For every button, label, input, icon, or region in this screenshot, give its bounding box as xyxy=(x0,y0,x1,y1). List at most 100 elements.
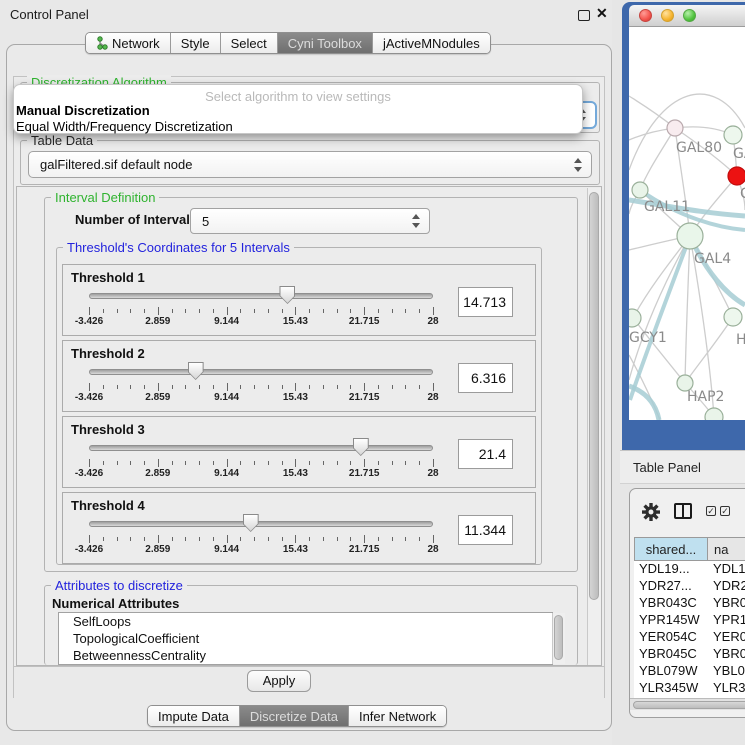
attributes-list[interactable]: SelfLoopsTopologicalCoefficientBetweenne… xyxy=(58,612,553,665)
attribute-list-item[interactable]: BetweennessCentrality xyxy=(59,647,552,664)
attribute-list-item[interactable]: TopologicalCoefficient xyxy=(59,630,552,647)
zoom-traffic-light-icon[interactable] xyxy=(683,9,696,22)
threshold-1-slider-track[interactable] xyxy=(89,293,433,299)
tick-label: 21.715 xyxy=(349,316,380,327)
table-browser-window: ✓ ✓ shared... na YDL19...YDL1YDR27...YDR… xyxy=(629,488,745,718)
threshold-3-value-field[interactable] xyxy=(458,439,513,469)
tick-mark xyxy=(103,309,104,313)
list-scrollbar[interactable] xyxy=(552,613,565,664)
tab-infer-network[interactable]: Infer Network xyxy=(349,706,446,726)
popup-option-manual[interactable]: Manual Discretization xyxy=(16,103,150,118)
tab-discretize-data[interactable]: Discretize Data xyxy=(240,706,349,726)
tick-mark xyxy=(337,461,338,465)
table-cell[interactable]: YBR045C xyxy=(634,646,708,663)
tick-mark xyxy=(199,537,200,541)
scrollbar-thumb[interactable] xyxy=(633,701,745,709)
network-node[interactable] xyxy=(728,167,745,185)
close-icon[interactable]: ✕ xyxy=(596,5,608,22)
close-traffic-light-icon[interactable] xyxy=(639,9,652,22)
tab-cyni-toolbox[interactable]: Cyni Toolbox xyxy=(278,33,373,53)
slider-tick-labels: -3.4262.8599.14415.4321.71528 xyxy=(89,468,433,480)
table-cell[interactable]: YLR3 xyxy=(708,680,745,697)
network-node[interactable] xyxy=(724,308,742,326)
network-node[interactable] xyxy=(632,182,648,198)
network-node[interactable] xyxy=(667,120,683,136)
checkbox-icon[interactable]: ✓ xyxy=(706,506,716,516)
table-row[interactable]: YDL19...YDL1 xyxy=(634,561,745,578)
gear-icon[interactable] xyxy=(642,503,660,521)
threshold-4-slider-track[interactable] xyxy=(89,521,433,527)
tick-label: 28 xyxy=(427,544,438,555)
table-cell[interactable]: YER0 xyxy=(708,629,745,646)
tick-label: -3.426 xyxy=(75,392,103,403)
bottom-tab-bar: Impute Data Discretize Data Infer Networ… xyxy=(147,705,447,727)
network-node[interactable] xyxy=(724,126,742,144)
table-cell[interactable]: YBL079W xyxy=(634,663,708,680)
scrollbar-thumb[interactable] xyxy=(554,615,563,660)
vertical-scrollbar[interactable] xyxy=(587,188,601,665)
threshold-2-slider-track[interactable] xyxy=(89,369,433,375)
tick-mark xyxy=(158,535,159,543)
tab-network[interactable]: Network xyxy=(86,33,171,53)
threshold-4-slider-thumb[interactable] xyxy=(243,514,259,532)
table-cell[interactable]: YDR27... xyxy=(634,578,708,595)
column-header-name[interactable]: na xyxy=(708,537,745,561)
table-cell[interactable]: YBR0 xyxy=(708,646,745,663)
tick-mark xyxy=(350,309,351,313)
slider-tick-labels: -3.4262.8599.14415.4321.71528 xyxy=(89,392,433,404)
tab-impute-data[interactable]: Impute Data xyxy=(148,706,240,726)
group-title: Interval Definition xyxy=(51,190,159,205)
number-of-intervals-spinner[interactable]: 5 xyxy=(190,208,430,234)
column-header-shared-name[interactable]: shared... xyxy=(634,537,708,561)
network-window-titlebar[interactable] xyxy=(629,5,745,27)
table-row[interactable]: YBR045CYBR0 xyxy=(634,646,745,663)
split-columns-icon[interactable] xyxy=(674,503,692,519)
threshold-3-slider-thumb[interactable] xyxy=(353,438,369,456)
apply-button[interactable]: Apply xyxy=(247,670,311,692)
tick-mark xyxy=(130,537,131,541)
tab-select[interactable]: Select xyxy=(221,33,278,53)
threshold-2-slider-thumb[interactable] xyxy=(188,362,204,380)
table-cell[interactable]: YDL1 xyxy=(708,561,745,578)
threshold-1-value-field[interactable] xyxy=(458,287,513,317)
network-node[interactable] xyxy=(677,223,703,249)
tick-mark xyxy=(364,459,365,467)
threshold-4-value-field[interactable] xyxy=(458,515,513,545)
network-node[interactable] xyxy=(705,408,723,420)
tab-jactivemnodules[interactable]: jActiveMNodules xyxy=(373,33,490,53)
table-row[interactable]: YLR345WYLR3 xyxy=(634,680,745,697)
table-cell[interactable]: YER054C xyxy=(634,629,708,646)
table-row[interactable]: YER054CYER0 xyxy=(634,629,745,646)
tab-style[interactable]: Style xyxy=(171,33,221,53)
horizontal-scrollbar[interactable] xyxy=(630,698,745,710)
float-window-icon[interactable] xyxy=(578,10,590,21)
table-row[interactable]: YDR27...YDR2 xyxy=(634,578,745,595)
table-cell[interactable]: YLR345W xyxy=(634,680,708,697)
minimize-traffic-light-icon[interactable] xyxy=(661,9,674,22)
threshold-2-value-field[interactable] xyxy=(458,363,513,393)
table-row[interactable]: YBR043CYBR0 xyxy=(634,595,745,612)
table-cell[interactable]: YBR043C xyxy=(634,595,708,612)
tick-mark xyxy=(405,309,406,313)
tick-mark xyxy=(103,461,104,465)
scrollbar-thumb[interactable] xyxy=(589,192,599,600)
table-cell[interactable]: YBR0 xyxy=(708,595,745,612)
table-row[interactable]: YPR145WYPR1 xyxy=(634,612,745,629)
popup-option-equal-width[interactable]: Equal Width/Frequency Discretization xyxy=(16,119,233,134)
table-cell[interactable]: YDL19... xyxy=(634,561,708,578)
network-node[interactable] xyxy=(629,309,641,327)
top-tab-bar: Network Style Select Cyni Toolbox jActiv… xyxy=(85,32,491,54)
table-data-combobox[interactable]: galFiltered.sif default node xyxy=(28,151,592,178)
tick-mark xyxy=(227,383,228,391)
table-cell[interactable]: YPR145W xyxy=(634,612,708,629)
table-cell[interactable]: YBL0 xyxy=(708,663,745,680)
table-cell[interactable]: YDR2 xyxy=(708,578,745,595)
attribute-list-item[interactable]: SelfLoops xyxy=(59,613,552,630)
table-cell[interactable]: YPR1 xyxy=(708,612,745,629)
threshold-3-slider-track[interactable] xyxy=(89,445,433,451)
tick-label: 2.859 xyxy=(145,544,170,555)
threshold-1-slider-thumb[interactable] xyxy=(279,286,295,304)
table-row[interactable]: YBL079WYBL0 xyxy=(634,663,745,680)
checkbox-icon[interactable]: ✓ xyxy=(720,506,730,516)
network-canvas[interactable]: GAL80GACGAL11GAL4GCY1HHAP2 xyxy=(629,27,745,420)
